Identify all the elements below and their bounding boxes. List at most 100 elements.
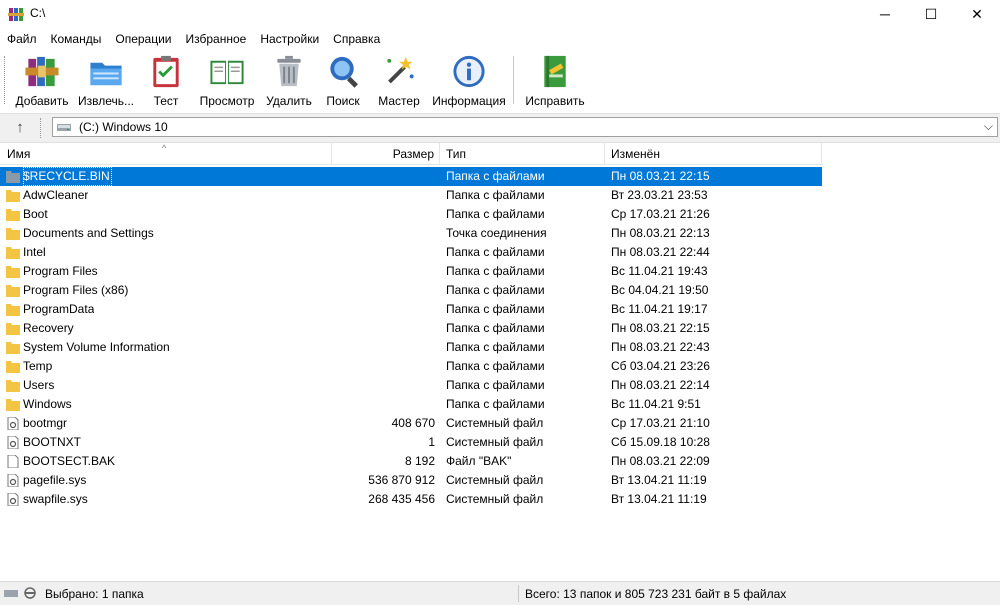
extract-button[interactable]: Извлечь... <box>76 50 136 108</box>
wizard-button[interactable]: Мастер <box>372 50 426 108</box>
menu-settings[interactable]: Настройки <box>253 29 326 49</box>
folder-icon <box>6 266 20 278</box>
file-row[interactable]: BOOTSECT.BAK 8 192 Файл "BAK" Пн 08.03.21 2… <box>0 452 822 471</box>
file-row[interactable]: Intel Папка с файлами Пн 08.03.21 22:44 <box>0 243 822 262</box>
folder-icon <box>6 228 20 240</box>
file-modified: Сб 15.09.18 10:28 <box>611 435 710 449</box>
file-name: Program Files (x86) <box>23 283 129 297</box>
view-button[interactable]: Просмотр <box>196 50 258 108</box>
column-header-size[interactable]: Размер <box>332 143 440 165</box>
toolbar-separator <box>513 56 514 104</box>
file-type: Системный файл <box>446 473 544 487</box>
column-modified-label: Изменён <box>611 147 660 161</box>
file-row[interactable]: Recovery Папка с файлами Пн 08.03.21 22:15 <box>0 319 822 338</box>
file-type: Папка с файлами <box>446 283 545 297</box>
status-bar: Выбрано: 1 папка Всего: 13 папок и 805 7… <box>0 581 1000 605</box>
file-type: Папка с файлами <box>446 378 545 392</box>
file-row[interactable]: ProgramData Папка с файлами Вс 11.04.21 19… <box>0 300 822 319</box>
file-size <box>333 357 435 376</box>
file-modified: Вт 23.03.21 23:53 <box>611 188 708 202</box>
file-type: Системный файл <box>446 492 544 506</box>
file-row[interactable]: pagefile.sys 536 870 912 Системный файл Вт … <box>0 471 822 490</box>
add-label: Добавить <box>15 94 69 108</box>
file-row[interactable]: BOOTNXT 1 Системный файл Сб 15.09.18 10:28 <box>0 433 822 452</box>
test-button[interactable]: Тест <box>140 50 192 108</box>
find-button[interactable]: Поиск <box>320 50 366 108</box>
path-text: (C:) Windows 10 <box>79 120 168 134</box>
file-size <box>333 338 435 357</box>
menu-help[interactable]: Справка <box>326 29 387 49</box>
file-row[interactable]: AdwCleaner Папка с файлами Вт 23.03.21 23:… <box>0 186 822 205</box>
file-name: $RECYCLE.BIN <box>23 167 112 186</box>
file-type: Файл "BAK" <box>446 454 512 468</box>
menu-operations[interactable]: Операции <box>108 29 178 49</box>
folder-icon <box>6 209 20 221</box>
file-row[interactable]: Temp Папка с файлами Сб 03.04.21 23:26 <box>0 357 822 376</box>
column-header-modified[interactable]: Изменён <box>605 143 822 165</box>
file-icon <box>7 455 19 468</box>
status-selection: Выбрано: 1 папка <box>45 587 144 601</box>
file-name: BOOTSECT.BAK <box>23 454 116 468</box>
file-row[interactable]: swapfile.sys 268 435 456 Системный файл Вт … <box>0 490 822 509</box>
file-row[interactable]: Users Папка с файлами Пн 08.03.21 22:14 <box>0 376 822 395</box>
system-file-icon <box>7 474 19 487</box>
file-row[interactable]: Windows Папка с файлами Вс 11.04.21 9:51 <box>0 395 822 414</box>
maximize-icon: ☐ <box>924 5 938 22</box>
file-name: Program Files <box>23 264 98 278</box>
file-size: 408 670 <box>391 416 435 430</box>
file-row[interactable]: Documents and Settings Точка соединения Пн… <box>0 224 822 243</box>
path-combobox[interactable]: (C:) Windows 10 ⌵ <box>52 117 998 137</box>
folder-icon <box>6 342 20 354</box>
system-file-icon <box>7 417 19 430</box>
file-name: pagefile.sys <box>23 473 87 487</box>
minimize-button[interactable]: ─ <box>862 0 908 28</box>
delete-button[interactable]: Удалить <box>262 50 316 108</box>
address-grip[interactable] <box>40 118 44 138</box>
column-header-type[interactable]: Тип <box>440 143 605 165</box>
file-size <box>333 205 435 224</box>
file-row[interactable]: Boot Папка с файлами Ср 17.03.21 21:26 <box>0 205 822 224</box>
toolbar: Добавить Извлечь... Тест Просмотр Удалит… <box>0 50 1000 110</box>
file-name: swapfile.sys <box>23 492 88 506</box>
column-header-name[interactable]: Имя ^ <box>0 143 332 165</box>
up-arrow-icon[interactable]: ↑ <box>10 118 30 138</box>
find-label: Поиск <box>326 94 360 108</box>
close-button[interactable]: ✕ <box>954 0 1000 28</box>
menu-favorites[interactable]: Избранное <box>179 29 254 49</box>
folder-icon <box>6 304 20 316</box>
sort-up-icon: ^ <box>162 143 167 153</box>
drive-icon <box>57 124 71 131</box>
info-button[interactable]: Информация <box>430 50 508 108</box>
file-size <box>333 395 435 414</box>
extract-label: Извлечь... <box>77 94 134 108</box>
repair-button[interactable]: Исправить <box>522 50 588 108</box>
file-name: Intel <box>23 245 46 259</box>
file-modified: Сб 03.04.21 23:26 <box>611 359 710 373</box>
delete-label: Удалить <box>266 94 312 108</box>
file-modified: Вс 11.04.21 19:17 <box>611 302 708 316</box>
window-title: C:\ <box>30 6 46 20</box>
file-row[interactable]: Program Files (x86) Папка с файлами Вс 04.… <box>0 281 822 300</box>
file-row[interactable]: Program Files Папка с файлами Вс 11.04.21 … <box>0 262 822 281</box>
file-modified: Ср 17.03.21 21:26 <box>611 207 710 221</box>
toolbar-grip[interactable] <box>4 56 8 104</box>
address-bar: ↑ (C:) Windows 10 ⌵ <box>0 113 1000 143</box>
menu-commands[interactable]: Команды <box>44 29 109 49</box>
file-size <box>333 300 435 319</box>
file-type: Системный файл <box>446 435 544 449</box>
column-size-label: Размер <box>392 147 434 161</box>
winrar-app-icon[interactable] <box>8 6 24 22</box>
file-type: Папка с файлами <box>446 302 545 316</box>
add-button[interactable]: Добавить <box>12 50 72 108</box>
file-row[interactable]: System Volume Information Папка с файлами… <box>0 338 822 357</box>
file-type: Папка с файлами <box>446 264 545 278</box>
file-name: Users <box>23 378 55 392</box>
file-size <box>333 243 435 262</box>
file-row[interactable]: $RECYCLE.BIN Папка с файлами Пн 08.03.21 2… <box>0 167 822 186</box>
file-row[interactable]: bootmgr 408 670 Системный файл Ср 17.03.21 … <box>0 414 822 433</box>
chevron-down-icon[interactable]: ⌵ <box>984 119 993 134</box>
menu-file[interactable]: Файл <box>0 29 44 49</box>
maximize-button[interactable]: ☐ <box>908 0 954 28</box>
title-bar: C:\ ─ ☐ ✕ <box>0 0 1000 28</box>
file-modified: Вт 13.04.21 11:19 <box>611 473 707 487</box>
